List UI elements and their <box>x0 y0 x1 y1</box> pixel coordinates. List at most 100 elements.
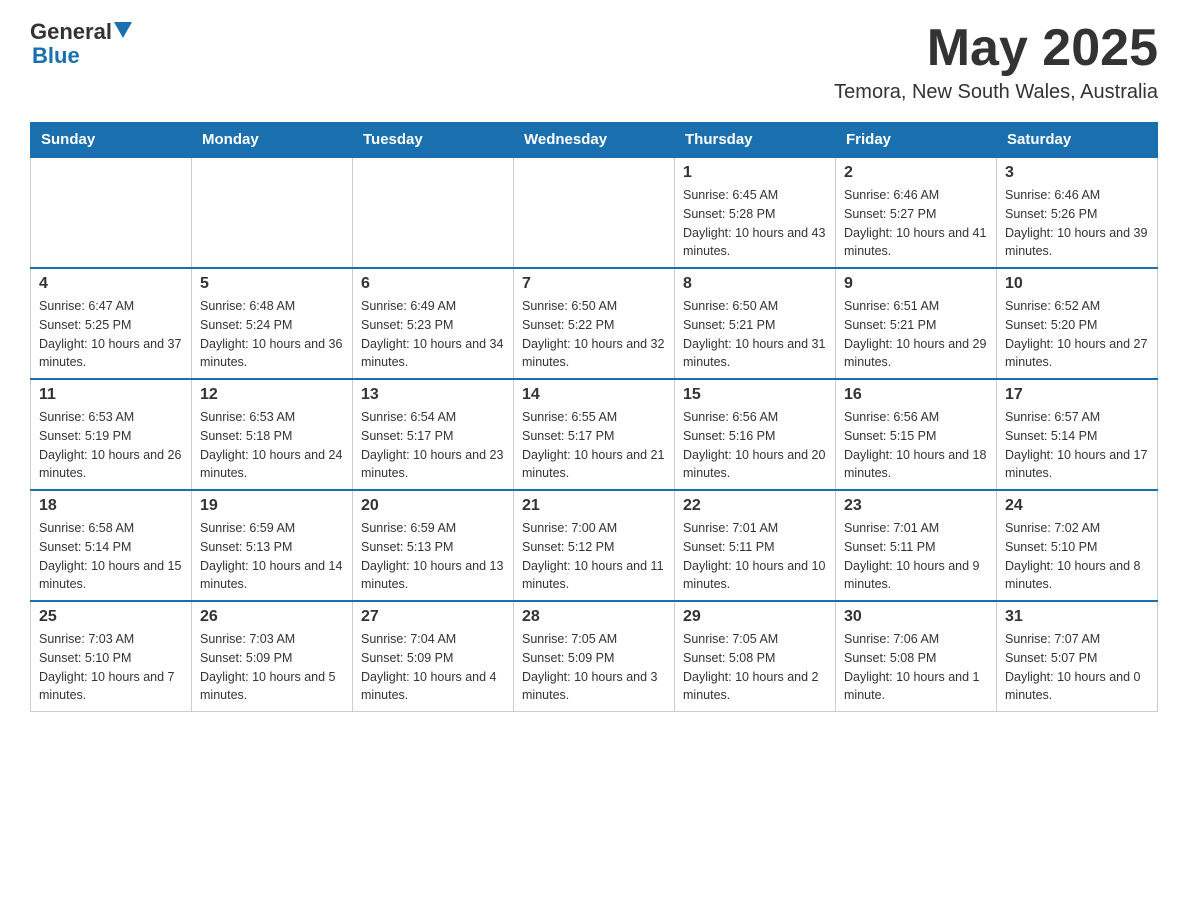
day-info: Sunrise: 6:54 AM Sunset: 5:17 PM Dayligh… <box>361 408 505 483</box>
day-info: Sunrise: 6:48 AM Sunset: 5:24 PM Dayligh… <box>200 297 344 372</box>
header-day-sunday: Sunday <box>31 123 192 158</box>
calendar-cell: 18 Sunrise: 6:58 AM Sunset: 5:14 PM Dayli… <box>31 490 192 601</box>
day-info: Sunrise: 6:47 AM Sunset: 5:25 PM Dayligh… <box>39 297 183 372</box>
logo-general-text: General <box>30 20 112 44</box>
calendar-cell: 11 Sunrise: 6:53 AM Sunset: 5:19 PM Dayli… <box>31 379 192 490</box>
day-info: Sunrise: 6:53 AM Sunset: 5:19 PM Dayligh… <box>39 408 183 483</box>
day-number: 25 <box>39 608 183 626</box>
day-info: Sunrise: 7:01 AM Sunset: 5:11 PM Dayligh… <box>683 519 827 594</box>
day-number: 17 <box>1005 386 1149 404</box>
calendar-cell: 20 Sunrise: 6:59 AM Sunset: 5:13 PM Dayli… <box>353 490 514 601</box>
header-day-tuesday: Tuesday <box>353 123 514 158</box>
day-info: Sunrise: 6:50 AM Sunset: 5:21 PM Dayligh… <box>683 297 827 372</box>
month-title: May 2025 <box>834 20 1158 77</box>
logo: General Blue <box>30 20 132 68</box>
calendar-cell: 14 Sunrise: 6:55 AM Sunset: 5:17 PM Dayli… <box>514 379 675 490</box>
day-number: 19 <box>200 497 344 515</box>
day-number: 11 <box>39 386 183 404</box>
day-info: Sunrise: 6:46 AM Sunset: 5:26 PM Dayligh… <box>1005 186 1149 261</box>
day-number: 23 <box>844 497 988 515</box>
day-info: Sunrise: 6:58 AM Sunset: 5:14 PM Dayligh… <box>39 519 183 594</box>
day-info: Sunrise: 6:56 AM Sunset: 5:15 PM Dayligh… <box>844 408 988 483</box>
location-subtitle: Temora, New South Wales, Australia <box>834 81 1158 104</box>
day-number: 12 <box>200 386 344 404</box>
calendar-cell: 13 Sunrise: 6:54 AM Sunset: 5:17 PM Dayli… <box>353 379 514 490</box>
calendar-cell <box>353 157 514 268</box>
week-row-2: 4 Sunrise: 6:47 AM Sunset: 5:25 PM Daylig… <box>31 268 1158 379</box>
day-number: 27 <box>361 608 505 626</box>
day-number: 31 <box>1005 608 1149 626</box>
day-number: 3 <box>1005 164 1149 182</box>
day-info: Sunrise: 7:07 AM Sunset: 5:07 PM Dayligh… <box>1005 630 1149 705</box>
calendar-cell: 15Sunrise: 6:56 AM Sunset: 5:16 PM Dayli… <box>675 379 836 490</box>
day-number: 6 <box>361 275 505 293</box>
calendar-cell: 12 Sunrise: 6:53 AM Sunset: 5:18 PM Dayli… <box>192 379 353 490</box>
week-row-1: 1 Sunrise: 6:45 AM Sunset: 5:28 PM Daylig… <box>31 157 1158 268</box>
day-info: Sunrise: 6:52 AM Sunset: 5:20 PM Dayligh… <box>1005 297 1149 372</box>
calendar-cell: 17 Sunrise: 6:57 AM Sunset: 5:14 PM Dayli… <box>997 379 1158 490</box>
calendar-cell: 27 Sunrise: 7:04 AM Sunset: 5:09 PM Dayli… <box>353 601 514 712</box>
calendar-cell: 8 Sunrise: 6:50 AM Sunset: 5:21 PM Daylig… <box>675 268 836 379</box>
calendar-cell: 10 Sunrise: 6:52 AM Sunset: 5:20 PM Dayli… <box>997 268 1158 379</box>
calendar-cell: 2Sunrise: 6:46 AM Sunset: 5:27 PM Daylig… <box>836 157 997 268</box>
calendar-cell: 24 Sunrise: 7:02 AM Sunset: 5:10 PM Dayli… <box>997 490 1158 601</box>
day-info: Sunrise: 7:02 AM Sunset: 5:10 PM Dayligh… <box>1005 519 1149 594</box>
header: General Blue May 2025 Temora, New South … <box>30 20 1158 104</box>
day-number: 28 <box>522 608 666 626</box>
calendar-cell: 4 Sunrise: 6:47 AM Sunset: 5:25 PM Daylig… <box>31 268 192 379</box>
calendar-cell: 21Sunrise: 7:00 AM Sunset: 5:12 PM Dayli… <box>514 490 675 601</box>
day-info: Sunrise: 6:51 AM Sunset: 5:21 PM Dayligh… <box>844 297 988 372</box>
calendar-cell: 30Sunrise: 7:06 AM Sunset: 5:08 PM Dayli… <box>836 601 997 712</box>
day-info: Sunrise: 7:05 AM Sunset: 5:08 PM Dayligh… <box>683 630 827 705</box>
day-info: Sunrise: 7:03 AM Sunset: 5:09 PM Dayligh… <box>200 630 344 705</box>
logo-area: General Blue <box>30 20 132 68</box>
calendar-cell: 3 Sunrise: 6:46 AM Sunset: 5:26 PM Daylig… <box>997 157 1158 268</box>
day-info: Sunrise: 6:57 AM Sunset: 5:14 PM Dayligh… <box>1005 408 1149 483</box>
day-info: Sunrise: 7:01 AM Sunset: 5:11 PM Dayligh… <box>844 519 988 594</box>
day-number: 18 <box>39 497 183 515</box>
day-info: Sunrise: 6:55 AM Sunset: 5:17 PM Dayligh… <box>522 408 666 483</box>
day-number: 5 <box>200 275 344 293</box>
day-info: Sunrise: 6:59 AM Sunset: 5:13 PM Dayligh… <box>200 519 344 594</box>
week-row-4: 18 Sunrise: 6:58 AM Sunset: 5:14 PM Dayli… <box>31 490 1158 601</box>
calendar-header-row: SundayMondayTuesdayWednesdayThursdayFrid… <box>31 123 1158 158</box>
calendar-cell: 22Sunrise: 7:01 AM Sunset: 5:11 PM Dayli… <box>675 490 836 601</box>
day-info: Sunrise: 7:03 AM Sunset: 5:10 PM Dayligh… <box>39 630 183 705</box>
day-number: 16 <box>844 386 988 404</box>
calendar-cell <box>192 157 353 268</box>
day-number: 14 <box>522 386 666 404</box>
header-day-wednesday: Wednesday <box>514 123 675 158</box>
header-day-friday: Friday <box>836 123 997 158</box>
day-number: 7 <box>522 275 666 293</box>
title-area: May 2025 Temora, New South Wales, Austra… <box>834 20 1158 104</box>
day-info: Sunrise: 6:46 AM Sunset: 5:27 PM Dayligh… <box>844 186 988 261</box>
day-info: Sunrise: 6:45 AM Sunset: 5:28 PM Dayligh… <box>683 186 827 261</box>
day-number: 8 <box>683 275 827 293</box>
day-info: Sunrise: 6:59 AM Sunset: 5:13 PM Dayligh… <box>361 519 505 594</box>
week-row-3: 11 Sunrise: 6:53 AM Sunset: 5:19 PM Dayli… <box>31 379 1158 490</box>
day-number: 13 <box>361 386 505 404</box>
day-number: 20 <box>361 497 505 515</box>
calendar-cell: 9Sunrise: 6:51 AM Sunset: 5:21 PM Daylig… <box>836 268 997 379</box>
calendar-cell: 25 Sunrise: 7:03 AM Sunset: 5:10 PM Dayli… <box>31 601 192 712</box>
day-info: Sunrise: 6:49 AM Sunset: 5:23 PM Dayligh… <box>361 297 505 372</box>
day-info: Sunrise: 6:53 AM Sunset: 5:18 PM Dayligh… <box>200 408 344 483</box>
week-row-5: 25 Sunrise: 7:03 AM Sunset: 5:10 PM Dayli… <box>31 601 1158 712</box>
day-number: 26 <box>200 608 344 626</box>
day-number: 29 <box>683 608 827 626</box>
day-number: 4 <box>39 275 183 293</box>
calendar-cell <box>514 157 675 268</box>
day-info: Sunrise: 7:06 AM Sunset: 5:08 PM Dayligh… <box>844 630 988 705</box>
calendar-cell: 28Sunrise: 7:05 AM Sunset: 5:09 PM Dayli… <box>514 601 675 712</box>
day-info: Sunrise: 7:04 AM Sunset: 5:09 PM Dayligh… <box>361 630 505 705</box>
day-number: 24 <box>1005 497 1149 515</box>
day-number: 10 <box>1005 275 1149 293</box>
header-day-thursday: Thursday <box>675 123 836 158</box>
calendar-cell: 6 Sunrise: 6:49 AM Sunset: 5:23 PM Daylig… <box>353 268 514 379</box>
calendar-cell: 26 Sunrise: 7:03 AM Sunset: 5:09 PM Dayli… <box>192 601 353 712</box>
calendar-cell: 7Sunrise: 6:50 AM Sunset: 5:22 PM Daylig… <box>514 268 675 379</box>
calendar-cell: 5 Sunrise: 6:48 AM Sunset: 5:24 PM Daylig… <box>192 268 353 379</box>
day-number: 21 <box>522 497 666 515</box>
calendar-table: SundayMondayTuesdayWednesdayThursdayFrid… <box>30 122 1158 712</box>
day-number: 1 <box>683 164 827 182</box>
